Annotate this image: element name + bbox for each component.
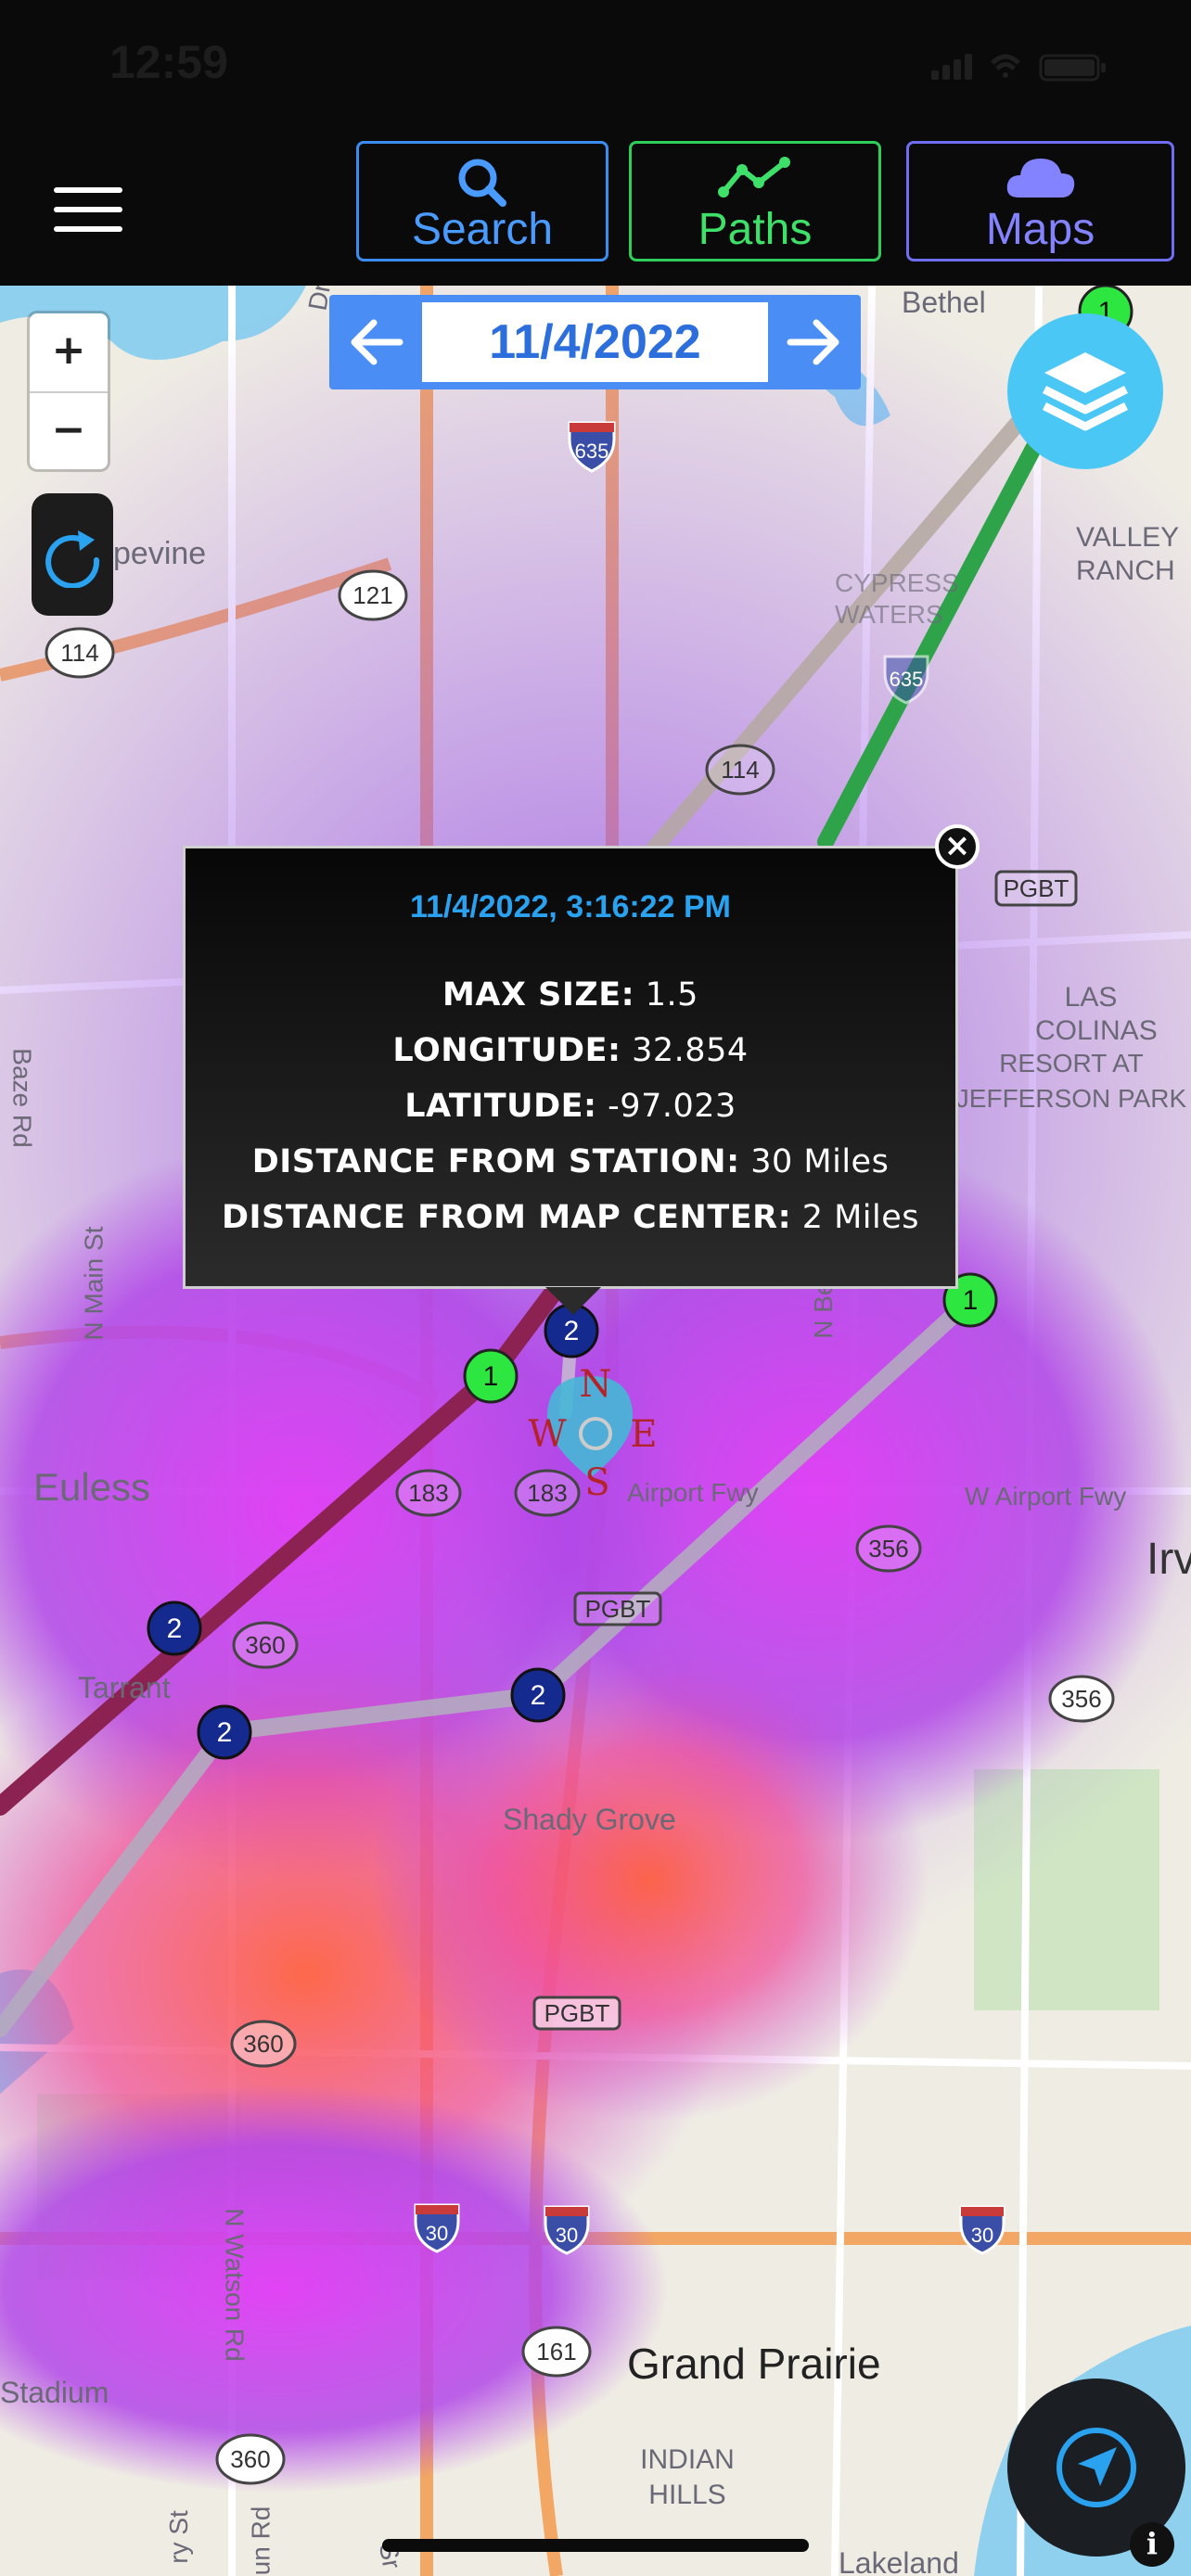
svg-text:2: 2 xyxy=(564,1316,580,1346)
zoom-in-button[interactable]: + xyxy=(30,313,108,393)
path-markers[interactable]: 1 2 2 1 1 2 2 N E S W xyxy=(0,286,1191,2576)
svg-text:1: 1 xyxy=(483,1361,499,1392)
map-view[interactable]: Bethel Dr pevine VALLEY RANCH CYPRESS WA… xyxy=(0,286,1191,2576)
close-popup-button[interactable]: × xyxy=(935,824,980,869)
svg-text:1: 1 xyxy=(963,1285,979,1316)
search-button-label: Search xyxy=(411,205,554,254)
search-icon xyxy=(458,159,506,207)
refresh-icon xyxy=(45,530,100,588)
status-bar: 12:59 xyxy=(0,0,1191,130)
refresh-button[interactable] xyxy=(32,493,113,616)
layers-icon xyxy=(1042,352,1129,431)
battery-icon xyxy=(1039,54,1106,82)
arrow-right-icon xyxy=(787,319,839,365)
zoom-out-button[interactable]: − xyxy=(30,393,108,471)
svg-text:2: 2 xyxy=(167,1613,183,1644)
svg-text:2: 2 xyxy=(531,1680,546,1711)
station-pin-icon[interactable]: N E S W xyxy=(528,1363,657,1504)
arrow-left-icon xyxy=(351,319,403,365)
popup-timestamp: 11/4/2022, 3:16:22 PM xyxy=(410,889,731,925)
date-navigator: 11/4/2022 xyxy=(329,295,861,389)
previous-date-button[interactable] xyxy=(329,295,422,389)
top-toolbar: Search Paths Maps xyxy=(0,130,1191,286)
popup-row-longitude: LONGITUDE: 32.854 xyxy=(392,1032,749,1069)
svg-text:2: 2 xyxy=(217,1717,233,1748)
svg-text:E: E xyxy=(630,1413,657,1456)
popup-row-distance-center: DISTANCE FROM MAP CENTER: 2 Miles xyxy=(221,1199,920,1236)
menu-icon[interactable] xyxy=(54,187,122,232)
info-button[interactable]: i xyxy=(1130,2522,1174,2567)
svg-text:W: W xyxy=(528,1413,566,1456)
paths-chart-icon xyxy=(718,157,790,198)
zoom-control: + − xyxy=(30,313,108,469)
navigation-arrow-icon xyxy=(1057,2428,1136,2507)
next-date-button[interactable] xyxy=(768,295,861,389)
svg-text:N: N xyxy=(580,1363,612,1406)
popup-row-latitude: LATITUDE: -97.023 xyxy=(404,1088,736,1125)
wifi-icon xyxy=(991,54,1020,78)
popup-row-distance-station: DISTANCE FROM STATION: 30 Miles xyxy=(251,1143,890,1180)
path-marker[interactable]: 2 xyxy=(147,1600,202,1656)
paths-button-label: Paths xyxy=(698,205,813,254)
path-marker[interactable]: 2 xyxy=(197,1704,252,1760)
cloud-icon xyxy=(1006,159,1074,198)
system-icons xyxy=(931,46,1117,87)
current-date[interactable]: 11/4/2022 xyxy=(422,302,768,382)
svg-text:S: S xyxy=(584,1461,609,1504)
search-button[interactable]: Search xyxy=(356,141,608,261)
home-indicator xyxy=(382,2539,809,2552)
cellular-signal-icon xyxy=(931,54,972,80)
maps-button-label: Maps xyxy=(985,205,1095,254)
popup-pointer xyxy=(545,1287,601,1315)
path-marker[interactable]: 2 xyxy=(510,1667,566,1723)
strike-info-popup: × 11/4/2022, 3:16:22 PM MAX SIZE: 1.5 LO… xyxy=(183,824,980,1289)
layers-button[interactable] xyxy=(1007,313,1163,469)
status-time: 12:59 xyxy=(109,36,228,88)
paths-button[interactable]: Paths xyxy=(629,141,881,261)
popup-row-max-size: MAX SIZE: 1.5 xyxy=(442,976,698,1014)
maps-button[interactable]: Maps xyxy=(906,141,1174,261)
path-marker[interactable]: 1 xyxy=(463,1348,519,1404)
